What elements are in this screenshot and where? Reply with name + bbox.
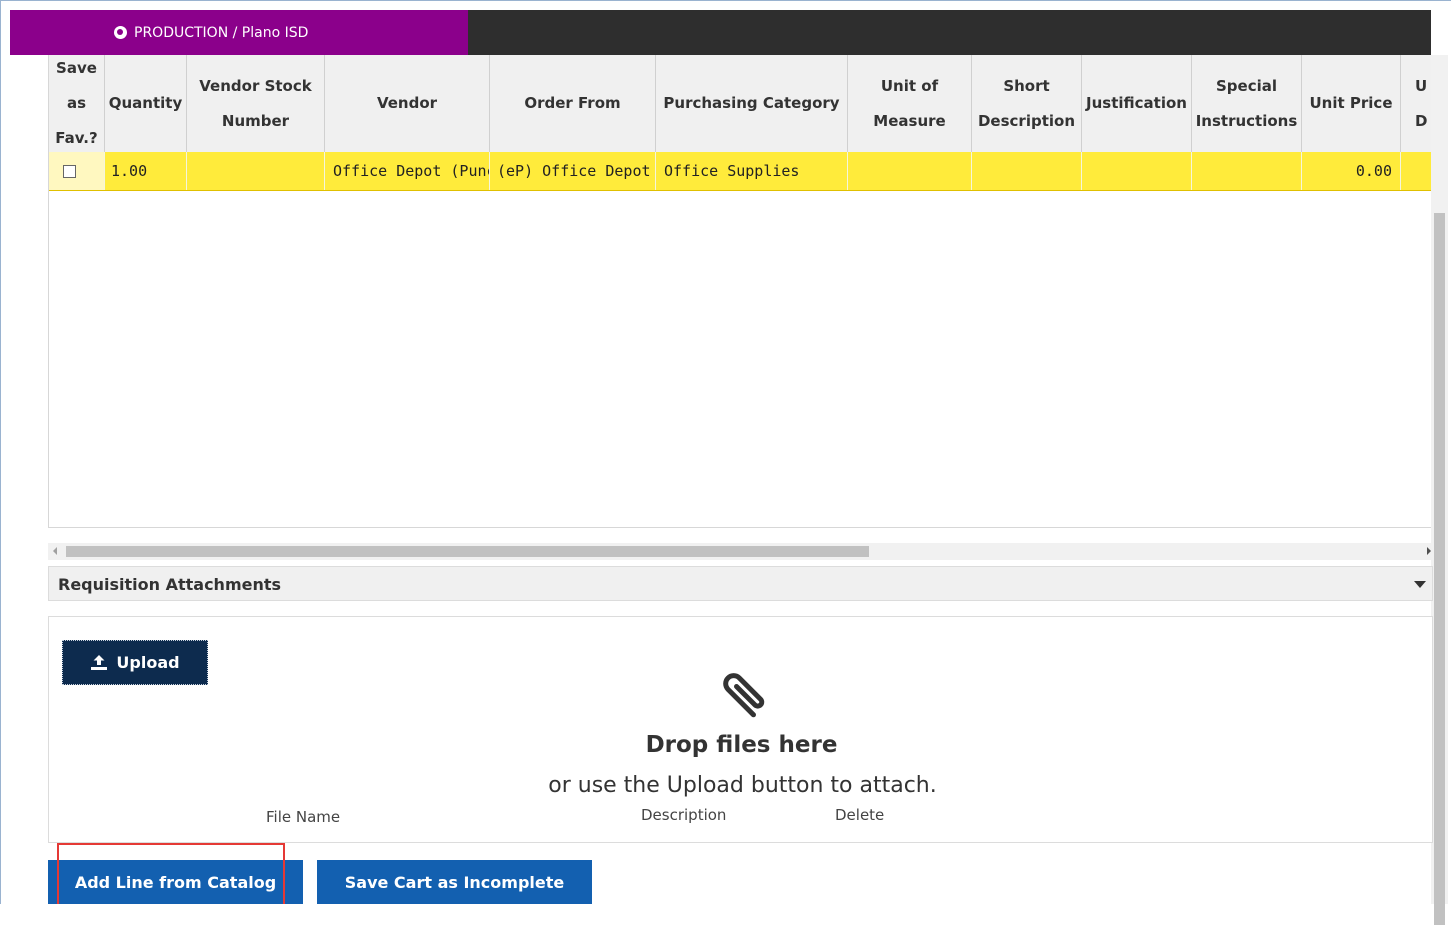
column-header-short-description[interactable]: Short Description [972,55,1082,152]
column-header-purchasing-category[interactable]: Purchasing Category [656,55,848,152]
column-header-vendor[interactable]: Vendor [325,55,490,152]
drop-files-subtitle: or use the Upload button to attach. [548,773,937,798]
drop-files-title: Drop files here [645,732,838,758]
vendor-cell[interactable]: Office Depot (Punchc [325,152,490,190]
vertical-scroll-thumb[interactable] [1434,213,1445,925]
column-header-extended[interactable]: U D [1401,55,1432,152]
grid-horizontal-scrollbar[interactable] [48,543,1433,560]
order-from-cell[interactable]: (eP) Office Depot (Pu [490,152,656,190]
short-description-cell[interactable] [972,152,1082,190]
scroll-left-arrow-icon[interactable] [53,547,57,555]
unit-of-measure-cell[interactable] [848,152,972,190]
grid-header: Save as Fav.? Quantity Vendor Stock Numb… [49,55,1432,153]
environment-label: PRODUCTION / Plano ISD [134,24,309,41]
column-header-unit-of-measure[interactable]: Unit of Measure [848,55,972,152]
upload-button[interactable]: Upload [62,640,208,685]
globe-icon [114,26,127,39]
save-cart-incomplete-button[interactable]: Save Cart as Incomplete [317,860,592,904]
quantity-cell[interactable]: 1.00 [105,152,187,190]
column-header-vendor-stock-number[interactable]: Vendor Stock Number [187,55,325,152]
column-header-quantity[interactable]: Quantity [105,55,187,152]
column-header-unit-price[interactable]: Unit Price [1302,55,1401,152]
paperclip-icon [723,673,765,718]
add-line-from-catalog-button[interactable]: Add Line from Catalog [48,860,303,904]
environment-banner: PRODUCTION / Plano ISD [10,10,468,55]
attachments-drop-zone[interactable]: Upload Drop files here or use the Upload… [48,616,1433,843]
column-header-special-instructions[interactable]: Special Instructions [1192,55,1302,152]
upload-label: Upload [116,653,180,672]
extended-cell[interactable] [1401,152,1432,190]
unit-price-cell[interactable]: 0.00 [1302,152,1401,190]
column-header-justification[interactable]: Justification [1082,55,1192,152]
save-fav-checkbox[interactable] [63,165,76,178]
column-header-order-from[interactable]: Order From [490,55,656,152]
requisition-lines-grid: Save as Fav.? Quantity Vendor Stock Numb… [48,55,1433,528]
justification-cell[interactable] [1082,152,1192,190]
column-header-save-fav[interactable]: Save as Fav.? [49,55,105,152]
horizontal-scroll-thumb[interactable] [66,546,869,557]
vendor-stock-number-cell[interactable] [187,152,325,190]
upload-icon [91,655,108,670]
description-column-label: Description [641,806,727,824]
delete-column-label: Delete [835,806,885,824]
file-name-column-label: File Name [266,808,341,826]
attachments-section-header[interactable]: Requisition Attachments [48,566,1433,601]
purchasing-category-cell[interactable]: Office Supplies [656,152,848,190]
special-instructions-cell[interactable] [1192,152,1302,190]
table-row[interactable]: 1.00 Office Depot (Punchc (eP) Office De… [49,152,1432,191]
collapse-caret-icon[interactable] [1414,581,1426,588]
top-bar: PRODUCTION / Plano ISD [10,10,1431,55]
save-fav-cell [49,152,105,190]
attachments-title: Requisition Attachments [58,575,282,594]
